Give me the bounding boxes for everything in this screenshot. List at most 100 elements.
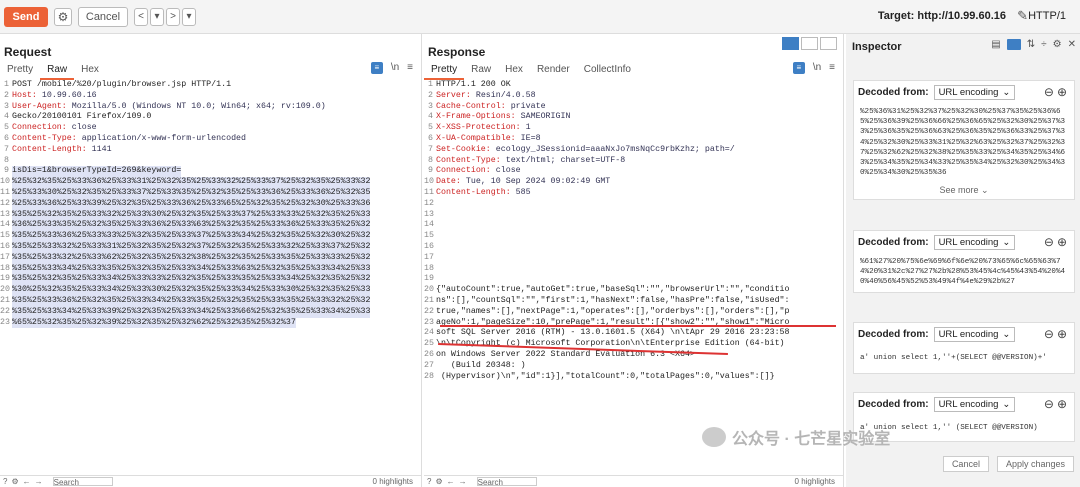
line-number: 19 bbox=[424, 274, 434, 284]
response-tabs: Pretty Raw Hex Render CollectInfo bbox=[424, 62, 843, 80]
encoding-dropdown[interactable]: URL encoding ⌄ bbox=[933, 84, 1016, 100]
format-icon[interactable]: ≡ bbox=[370, 62, 383, 74]
remove-add-icons[interactable]: ⊖⊕ bbox=[1044, 85, 1070, 99]
help-icon[interactable]: ? bbox=[427, 477, 431, 486]
tab-hex[interactable]: Hex bbox=[74, 62, 106, 80]
line-number: 22 bbox=[424, 306, 434, 316]
line-text: %35%25%33%34%25%33%35%25%32%35%25%33%34%… bbox=[12, 263, 371, 275]
search-back-icon[interactable]: ← bbox=[447, 477, 455, 486]
remove-add-icons[interactable]: ⊖⊕ bbox=[1044, 327, 1070, 341]
line-number: 8 bbox=[4, 155, 9, 165]
edit-target-icon[interactable]: ✎ bbox=[1017, 8, 1028, 24]
tab-collectinfo[interactable]: CollectInfo bbox=[577, 62, 638, 80]
tab-hex[interactable]: Hex bbox=[498, 62, 530, 80]
code-line: 3 Cache-Control: private bbox=[424, 102, 843, 113]
newline-toggle-icon[interactable]: \n bbox=[391, 62, 399, 74]
back-menu-icon[interactable]: ▾ bbox=[150, 7, 164, 26]
code-line: 11 Content-Length: 585 bbox=[424, 188, 843, 199]
underline-annotation bbox=[440, 325, 836, 327]
decoded-card: Decoded from: URL encoding ⌄ ⊖⊕ %61%27%20… bbox=[853, 230, 1075, 293]
search-input[interactable]: Search bbox=[476, 477, 537, 487]
search-fwd-icon[interactable]: → bbox=[459, 477, 467, 486]
line-number: 11 bbox=[0, 187, 10, 197]
decoded-text[interactable]: %61%27%20%75%6e%69%6f%6e%20%73%65%6c%65%… bbox=[854, 253, 1074, 292]
response-editor[interactable]: 1 HTTP/1.1 200 OK 2 Server: Resin/4.0.58 3 Ca… bbox=[424, 80, 843, 382]
menu-icon[interactable]: ≡ bbox=[829, 62, 835, 74]
search-input[interactable]: Search bbox=[52, 477, 113, 487]
line-number: 20 bbox=[424, 285, 434, 295]
divider-icon[interactable]: ÷ bbox=[1041, 39, 1047, 50]
card-header: Decoded from: URL encoding ⌄ ⊖⊕ bbox=[854, 231, 1074, 253]
settings-icon[interactable]: ⚙ bbox=[1053, 39, 1062, 50]
layout-tabs-icon[interactable] bbox=[820, 37, 837, 50]
cancel-button[interactable]: Cancel bbox=[942, 456, 989, 472]
chevron-down-icon: ⌄ bbox=[1002, 328, 1011, 340]
code-line: 12 bbox=[424, 199, 843, 210]
code-line: 14 bbox=[424, 220, 843, 231]
tab-pretty[interactable]: Pretty bbox=[0, 62, 40, 80]
line-text: (Build 20348: ) bbox=[436, 360, 526, 370]
decoded-text[interactable]: a' union select 1,''+(SELECT @@VERSION)+… bbox=[854, 345, 1074, 373]
line-text: Content-Length: 1141 bbox=[12, 144, 112, 154]
encoding-dropdown[interactable]: URL encoding ⌄ bbox=[933, 396, 1016, 412]
tab-raw[interactable]: Raw bbox=[464, 62, 498, 80]
chevron-down-icon: ⌄ bbox=[981, 185, 989, 196]
gear-icon[interactable]: ⚙ bbox=[54, 7, 72, 26]
encoding-dropdown[interactable]: URL encoding ⌄ bbox=[933, 234, 1016, 250]
line-number: 1 bbox=[428, 80, 433, 89]
line-text: %25%32%35%25%33%36%25%33%31%25%32%35%25%… bbox=[12, 177, 371, 188]
layout-horizontal-icon[interactable] bbox=[801, 37, 818, 50]
tab-render[interactable]: Render bbox=[530, 62, 577, 80]
newline-toggle-icon[interactable]: \n bbox=[813, 62, 821, 74]
settings-icon[interactable]: ⚙ bbox=[435, 477, 442, 486]
code-line: 6 X-UA-Compatible: IE=8 bbox=[424, 134, 843, 145]
line-text: Content-Type: application/x-www-form-url… bbox=[12, 133, 247, 143]
tab-pretty[interactable]: Pretty bbox=[424, 62, 465, 80]
menu-icon[interactable]: ≡ bbox=[407, 62, 413, 74]
request-editor[interactable]: 1 POST /mobile/%20/plugin/browser.jsp HTT… bbox=[0, 80, 421, 329]
remove-add-icons[interactable]: ⊖⊕ bbox=[1044, 235, 1070, 249]
help-icon[interactable]: ? bbox=[3, 477, 7, 486]
watermark-text: 公众号 · 七芒星实验室 bbox=[732, 431, 891, 448]
format-icon[interactable]: ≡ bbox=[792, 62, 805, 74]
close-icon[interactable]: ✕ bbox=[1068, 39, 1076, 50]
cancel-button[interactable]: Cancel bbox=[78, 6, 128, 27]
line-number: 8 bbox=[428, 155, 433, 165]
encoding-value: URL encoding bbox=[938, 398, 999, 410]
remove-add-icons[interactable]: ⊖⊕ bbox=[1044, 397, 1070, 411]
encoding-dropdown[interactable]: URL encoding ⌄ bbox=[933, 326, 1016, 342]
list-view-icon[interactable]: ▤ bbox=[991, 39, 1000, 50]
search-fwd-icon[interactable]: → bbox=[35, 477, 43, 486]
settings-icon[interactable]: ⚙ bbox=[11, 477, 18, 486]
code-line: 7 Set-Cookie: ecology_JSessionid=aaaNxJo7… bbox=[424, 145, 843, 156]
code-line: 8 bbox=[0, 156, 421, 167]
line-number: 9 bbox=[4, 166, 9, 176]
code-line: 17 %35%25%33%32%25%33%62%25%32%35%25%32%3… bbox=[0, 252, 421, 264]
code-line: 9 isDis=1&browserTypeId=269&keyword= bbox=[0, 166, 421, 178]
line-number: 14 bbox=[0, 220, 10, 230]
tab-raw[interactable]: Raw bbox=[40, 62, 75, 80]
send-button[interactable]: Send bbox=[4, 6, 48, 27]
request-view-options: ≡ \n ≡ bbox=[363, 62, 413, 74]
line-number: 6 bbox=[428, 133, 433, 143]
line-text: %36%25%33%35%25%32%35%25%33%36%25%33%63%… bbox=[12, 220, 371, 232]
line-number: 15 bbox=[424, 231, 434, 241]
line-text: Connection: close bbox=[436, 166, 521, 176]
card-header: Decoded from: URL encoding ⌄ ⊖⊕ bbox=[854, 81, 1074, 103]
back-button[interactable]: < bbox=[134, 7, 148, 26]
http-version[interactable]: HTTP/1 bbox=[1028, 10, 1066, 22]
code-line: 16 %35%25%33%32%25%33%31%25%32%35%25%32%3… bbox=[0, 241, 421, 253]
wechat-logo-icon bbox=[702, 427, 726, 447]
sort-icon[interactable]: ⇅ bbox=[1027, 39, 1035, 50]
forward-menu-icon[interactable]: ▾ bbox=[182, 7, 196, 26]
search-back-icon[interactable]: ← bbox=[23, 477, 31, 486]
card-view-icon[interactable] bbox=[1006, 39, 1021, 50]
line-number: 18 bbox=[424, 263, 434, 273]
apply-changes-button[interactable]: Apply changes bbox=[996, 456, 1074, 472]
see-more-link[interactable]: See more ⌄ bbox=[854, 182, 1074, 199]
code-line: 18 bbox=[424, 264, 843, 275]
layout-split-icon[interactable] bbox=[782, 37, 799, 50]
decoded-text[interactable]: %25%36%31%25%32%37%25%32%30%25%37%35%25%… bbox=[854, 103, 1074, 182]
forward-button[interactable]: > bbox=[166, 7, 180, 26]
line-number: 7 bbox=[4, 144, 9, 154]
